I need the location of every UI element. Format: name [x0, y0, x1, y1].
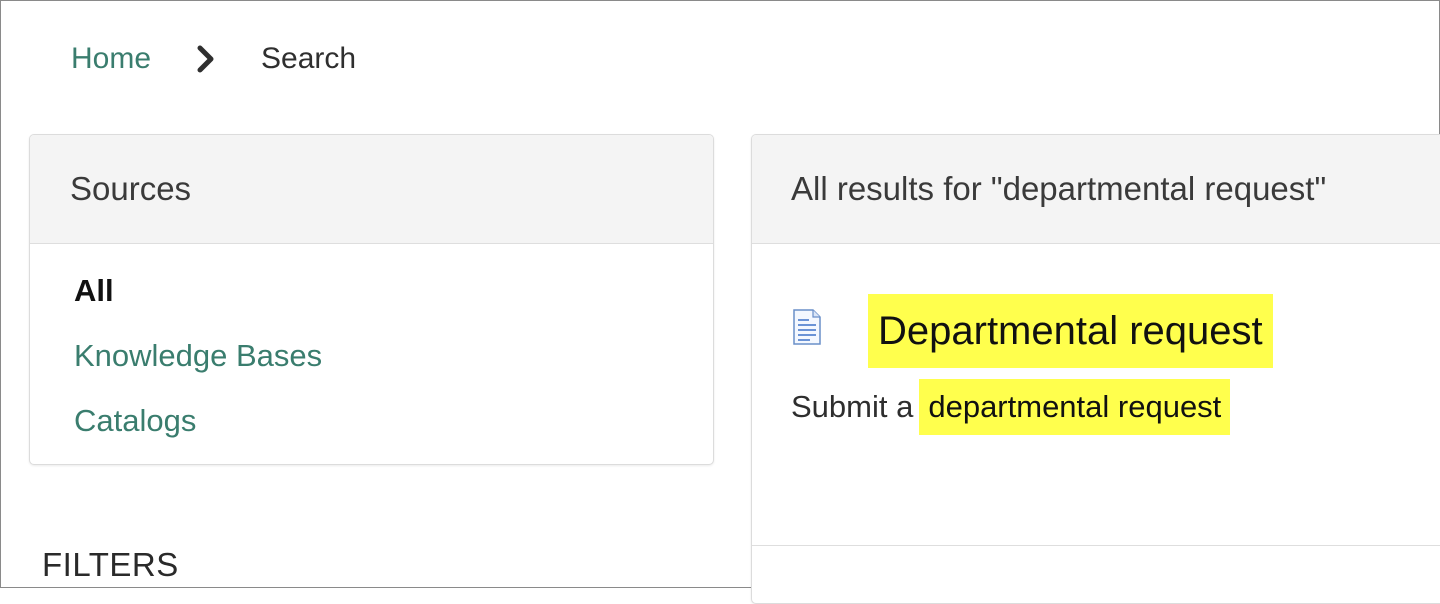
- result-snippet: Submit a departmental request: [791, 379, 1231, 435]
- breadcrumb-home-link[interactable]: Home: [71, 42, 151, 76]
- document-icon: [792, 309, 822, 345]
- source-item-label: Catalogs: [74, 403, 197, 438]
- breadcrumb-current: Search: [261, 42, 357, 75]
- breadcrumb: Home Search: [71, 37, 356, 81]
- results-panel: All results for "departmental request" D…: [751, 134, 1440, 604]
- source-item-label: All: [74, 273, 114, 308]
- source-item-catalogs[interactable]: Catalogs: [74, 402, 713, 464]
- result-title-link[interactable]: Departmental request: [868, 294, 1273, 368]
- sources-panel: Sources All Knowledge Bases Catalogs: [29, 134, 714, 465]
- sources-panel-title: Sources: [30, 135, 713, 244]
- source-item-knowledge-bases[interactable]: Knowledge Bases: [74, 337, 713, 402]
- result-item: Departmental request Submit a departmenta…: [752, 244, 1440, 546]
- source-item-all[interactable]: All: [74, 272, 713, 337]
- results-header: All results for "departmental request": [752, 135, 1440, 244]
- filters-heading: FILTERS: [42, 546, 179, 583]
- sources-list: All Knowledge Bases Catalogs: [30, 244, 713, 464]
- source-item-label: Knowledge Bases: [74, 338, 323, 373]
- result-snippet-highlight: departmental request: [919, 379, 1231, 435]
- chevron-right-icon: [151, 44, 261, 74]
- result-snippet-text: Submit a: [791, 389, 914, 424]
